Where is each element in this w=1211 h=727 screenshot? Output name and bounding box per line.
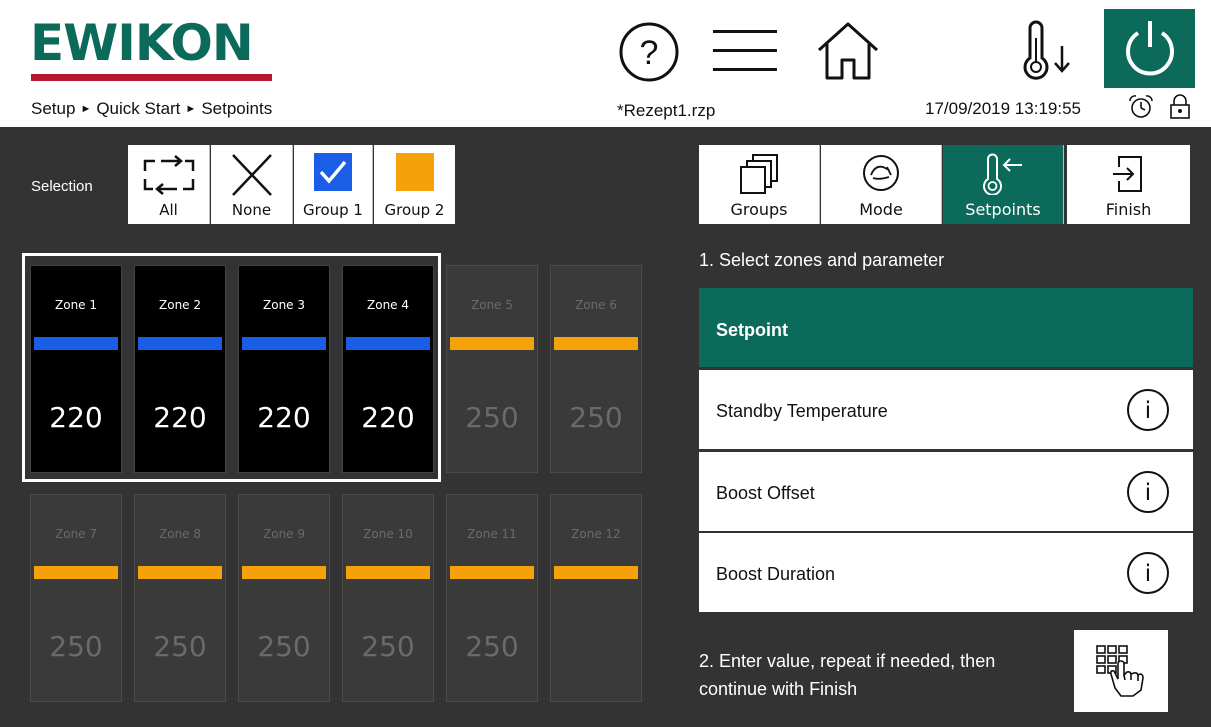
selection-label: Selection: [31, 178, 93, 195]
zone-tile-7[interactable]: Zone 7 250: [30, 494, 122, 702]
select-group-2-button[interactable]: Group 2: [374, 145, 455, 224]
checkbox-checked-icon: [314, 153, 352, 191]
zone-tile-9[interactable]: Zone 9 250: [238, 494, 330, 702]
zone-name: Zone 6: [575, 298, 617, 312]
zone-value: 250: [257, 630, 311, 663]
zone-group-bar: [138, 566, 222, 579]
groups-icon: [740, 154, 778, 194]
keypad-icon: [1096, 645, 1144, 697]
help-icon[interactable]: ?: [618, 21, 680, 83]
logo-underline: [31, 74, 272, 81]
param-label: Boost Offset: [716, 483, 815, 503]
param-label: Setpoint: [716, 320, 788, 340]
zone-value: 250: [569, 401, 623, 434]
param-setpoint[interactable]: Setpoint: [699, 288, 1193, 368]
select-group-2-label: Group 2: [384, 201, 445, 219]
select-none-button[interactable]: None: [211, 145, 293, 224]
select-all-icon: [143, 155, 194, 195]
tab-groups-label: Groups: [730, 200, 788, 219]
breadcrumb: Setup ► Quick Start ► Setpoints: [31, 99, 272, 119]
info-icon[interactable]: i: [1127, 471, 1169, 513]
menu-icon[interactable]: [713, 28, 777, 74]
setpoints-screen: EWIKON Setup ► Quick Start ► Setpoints ?: [0, 0, 1211, 727]
zone-name: Zone 9: [263, 527, 305, 541]
wizard-panel: Groups Mode Setpoints Finish 1. Select z…: [675, 127, 1211, 727]
select-all-button[interactable]: All: [128, 145, 210, 224]
select-all-label: All: [159, 201, 178, 219]
thermometer-arrow-icon: [983, 153, 1022, 195]
zone-tile-5[interactable]: Zone 5 250: [446, 265, 538, 473]
zone-group-bar: [34, 566, 118, 579]
ewikon-logo: EWIKON: [30, 18, 272, 82]
select-none-label: None: [231, 201, 272, 219]
zone-group-bar: [242, 566, 326, 579]
breadcrumb-item-setup[interactable]: Setup: [31, 99, 75, 118]
param-boost-duration[interactable]: Boost Duration i: [699, 533, 1193, 613]
zone-name: Zone 8: [159, 527, 201, 541]
temperature-down-icon[interactable]: [1020, 20, 1076, 82]
zone-group-bar: [450, 337, 534, 350]
info-icon[interactable]: i: [1127, 389, 1169, 431]
zone-name: Zone 11: [467, 527, 517, 541]
breadcrumb-separator: ►: [185, 103, 197, 115]
tab-setpoints[interactable]: Setpoints: [943, 145, 1064, 224]
logo-text: EWIKON: [30, 14, 254, 72]
zone-group-bar: [554, 337, 638, 350]
breadcrumb-item-quick-start[interactable]: Quick Start: [96, 99, 180, 118]
zone-tile-11[interactable]: Zone 11 250: [446, 494, 538, 702]
selection-frame: [22, 253, 441, 482]
cross-icon: [231, 154, 272, 196]
zone-value: 250: [153, 630, 207, 663]
zone-value: 250: [465, 630, 519, 663]
select-group-1-label: Group 1: [303, 201, 363, 219]
zone-tile-6[interactable]: Zone 6 250: [550, 265, 642, 473]
exit-icon: [1112, 156, 1142, 192]
mode-icon: [863, 155, 899, 191]
alarm-clock-icon[interactable]: [1127, 94, 1155, 120]
zone-value: 250: [361, 630, 415, 663]
instruction-step-1: 1. Select zones and parameter: [699, 250, 945, 270]
lock-icon[interactable]: [1169, 94, 1191, 120]
tab-finish[interactable]: Finish: [1067, 145, 1190, 224]
zone-name: Zone 10: [363, 527, 413, 541]
power-button[interactable]: [1104, 9, 1195, 88]
tab-groups[interactable]: Groups: [699, 145, 820, 224]
power-icon: [1126, 21, 1174, 76]
param-label: Standby Temperature: [716, 401, 888, 421]
zone-name: Zone 12: [571, 527, 621, 541]
zone-tile-10[interactable]: Zone 10 250: [342, 494, 434, 702]
param-label: Boost Duration: [716, 564, 836, 584]
zone-group-bar: [450, 566, 534, 579]
keypad-button[interactable]: [1074, 630, 1168, 712]
zone-tile-12[interactable]: Zone 12: [550, 494, 642, 702]
tab-setpoints-label: Setpoints: [965, 200, 1041, 219]
zone-tile-8[interactable]: Zone 8 250: [134, 494, 226, 702]
zone-name: Zone 7: [55, 527, 97, 541]
breadcrumb-item-setpoints: Setpoints: [201, 99, 273, 118]
tab-mode-label: Mode: [859, 200, 903, 219]
svg-text:?: ?: [640, 34, 659, 72]
param-standby-temperature[interactable]: Standby Temperature i: [699, 370, 1193, 450]
recipe-file-name: *Rezept1.rzp: [617, 101, 716, 120]
tab-finish-label: Finish: [1105, 200, 1152, 219]
select-group-1-button[interactable]: Group 1: [294, 145, 373, 224]
square-icon: [395, 153, 434, 191]
breadcrumb-separator: ►: [80, 103, 92, 115]
zone-value: 250: [49, 630, 103, 663]
header: EWIKON Setup ► Quick Start ► Setpoints ?: [0, 0, 1211, 127]
zone-name: Zone 5: [471, 298, 513, 312]
zone-group-bar: [346, 566, 430, 579]
home-icon[interactable]: [815, 20, 881, 82]
zone-value: 250: [465, 401, 519, 434]
datetime: 17/09/2019 13:19:55: [925, 99, 1081, 118]
param-boost-offset[interactable]: Boost Offset i: [699, 452, 1193, 532]
zone-panel: Selection All None Group 1 Group 2 Zone …: [0, 127, 675, 727]
tab-mode[interactable]: Mode: [821, 145, 942, 224]
zone-group-bar: [554, 566, 638, 579]
info-icon[interactable]: i: [1127, 552, 1169, 594]
instruction-step-2: 2. Enter value, repeat if needed, then c…: [699, 651, 996, 699]
